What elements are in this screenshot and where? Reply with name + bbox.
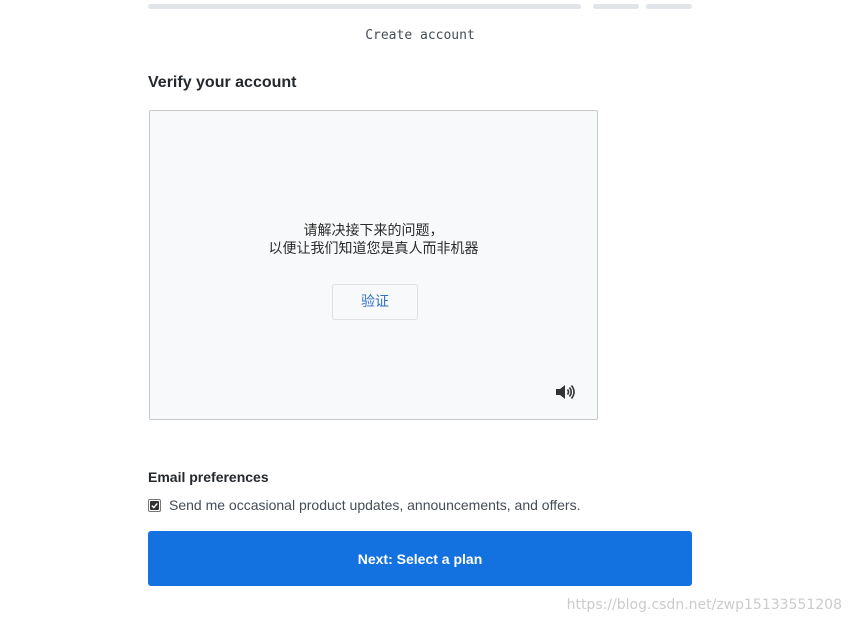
- captcha-frame[interactable]: 请解决接下来的问题， 以便让我们知道您是真人而非机器 验证: [149, 110, 598, 420]
- captcha-prompt-line1: 请解决接下来的问题，: [303, 223, 444, 239]
- progress-step-1: [148, 4, 581, 9]
- updates-checkbox[interactable]: [148, 498, 161, 512]
- verify-title: Verify your account: [148, 74, 297, 91]
- progress-step-3: [646, 4, 692, 9]
- watermark: https://blog.csdn.net/zwp15133551208: [566, 597, 842, 613]
- captcha-verify-button[interactable]: 验证: [332, 284, 418, 320]
- captcha-prompt-line2: 以便让我们知道您是真人而非机器: [268, 241, 479, 257]
- speaker-icon[interactable]: [555, 383, 577, 401]
- captcha-prompt: 请解决接下来的问题， 以便让我们知道您是真人而非机器: [150, 222, 597, 258]
- checkmark-icon: [150, 500, 159, 510]
- email-preferences-option[interactable]: Send me occasional product updates, anno…: [148, 496, 580, 514]
- step-label: Create account: [365, 28, 475, 43]
- updates-checkbox-label: Send me occasional product updates, anno…: [169, 497, 581, 513]
- next-select-plan-button[interactable]: Next: Select a plan: [148, 531, 692, 586]
- signup-page: Create account Verify your account 请解决接下…: [0, 0, 851, 623]
- progress-step-2: [593, 4, 639, 9]
- email-preferences-title: Email preferences: [148, 469, 269, 485]
